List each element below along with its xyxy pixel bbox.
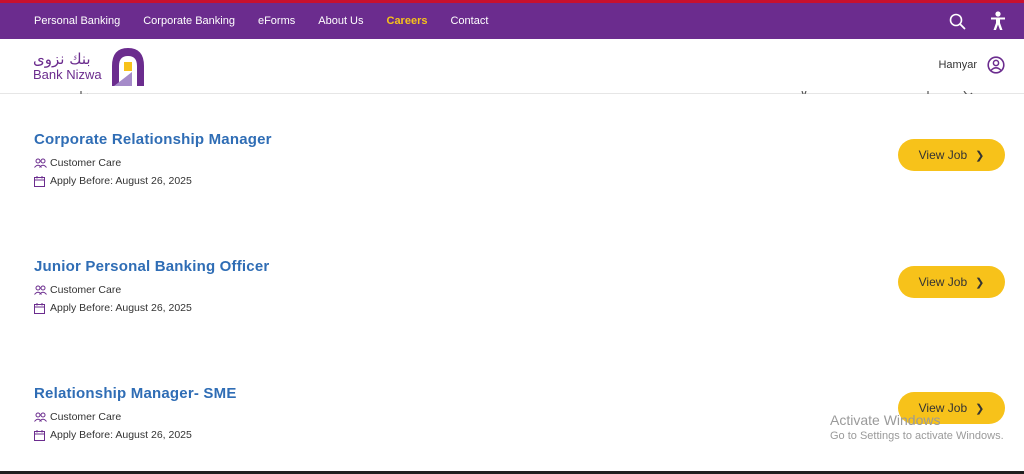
logo-text: بنك نزوى Bank Nizwa [33,50,102,82]
top-navigation-bar: Personal Banking Corporate Banking eForm… [0,0,1024,45]
job-listing: Junior Personal Banking Officer Customer… [34,258,994,314]
deadline-label: Apply Before: August 26, 2025 [50,175,192,187]
job-deadline: Apply Before: August 26, 2025 [34,175,994,187]
job-listing: Corporate Relationship Manager Customer … [34,131,994,187]
deadline-label: Apply Before: August 26, 2025 [50,302,192,314]
deadline-label: Apply Before: August 26, 2025 [50,429,192,441]
nav-careers[interactable]: Careers [386,3,428,45]
job-title[interactable]: Junior Personal Banking Officer [34,258,994,275]
user-menu[interactable]: Hamyar [938,56,1005,74]
view-job-label: View Job [918,275,968,289]
accessibility-icon[interactable] [990,11,1006,31]
nav-personal-banking[interactable]: Personal Banking [34,3,120,39]
nav-contact[interactable]: Contact [450,3,488,39]
cropped-text-fragment [80,86,90,94]
watermark-title: Activate Windows [830,412,941,428]
user-circle-icon [987,56,1005,74]
watermark-subtitle: Go to Settings to activate Windows. [830,430,1004,442]
logo-latin-text: Bank Nizwa [33,67,102,82]
department-label: Customer Care [50,411,122,423]
top-icons [925,3,1006,39]
job-title[interactable]: Relationship Manager- SME [34,385,994,402]
bank-logo[interactable]: بنك نزوى Bank Nizwa [33,46,146,86]
main-nav: Personal Banking Corporate Banking eForm… [34,3,511,45]
windows-activation-watermark: Activate Windows Go to Settings to activ… [830,412,1004,442]
people-icon [34,411,47,423]
nav-eforms[interactable]: eForms [258,3,295,39]
calendar-icon [34,302,47,314]
job-department: Customer Care [34,157,994,169]
people-icon [34,157,47,169]
job-title[interactable]: Corporate Relationship Manager [34,131,994,148]
department-label: Customer Care [50,157,122,169]
job-deadline: Apply Before: August 26, 2025 [34,302,994,314]
chevron-right-icon: ❯ [975,276,985,289]
job-department: Customer Care [34,284,994,296]
nav-corporate-banking[interactable]: Corporate Banking [143,3,235,39]
search-icon[interactable] [949,13,966,30]
department-label: Customer Care [50,284,122,296]
logo-arabic-text: بنك نزوى [33,50,91,68]
chevron-right-icon: ❯ [975,149,985,162]
nav-careers-label: Careers [386,15,428,27]
cropped-text-fragment [800,86,980,94]
people-icon [34,284,47,296]
logo-mark-icon [111,48,144,86]
view-job-button[interactable]: View Job ❯ [898,139,1005,171]
view-job-button[interactable]: View Job ❯ [898,266,1005,298]
nav-about-us[interactable]: About Us [318,3,363,39]
view-job-label: View Job [918,148,968,162]
calendar-icon [34,175,47,187]
calendar-icon [34,429,47,441]
user-name: Hamyar [938,59,977,71]
